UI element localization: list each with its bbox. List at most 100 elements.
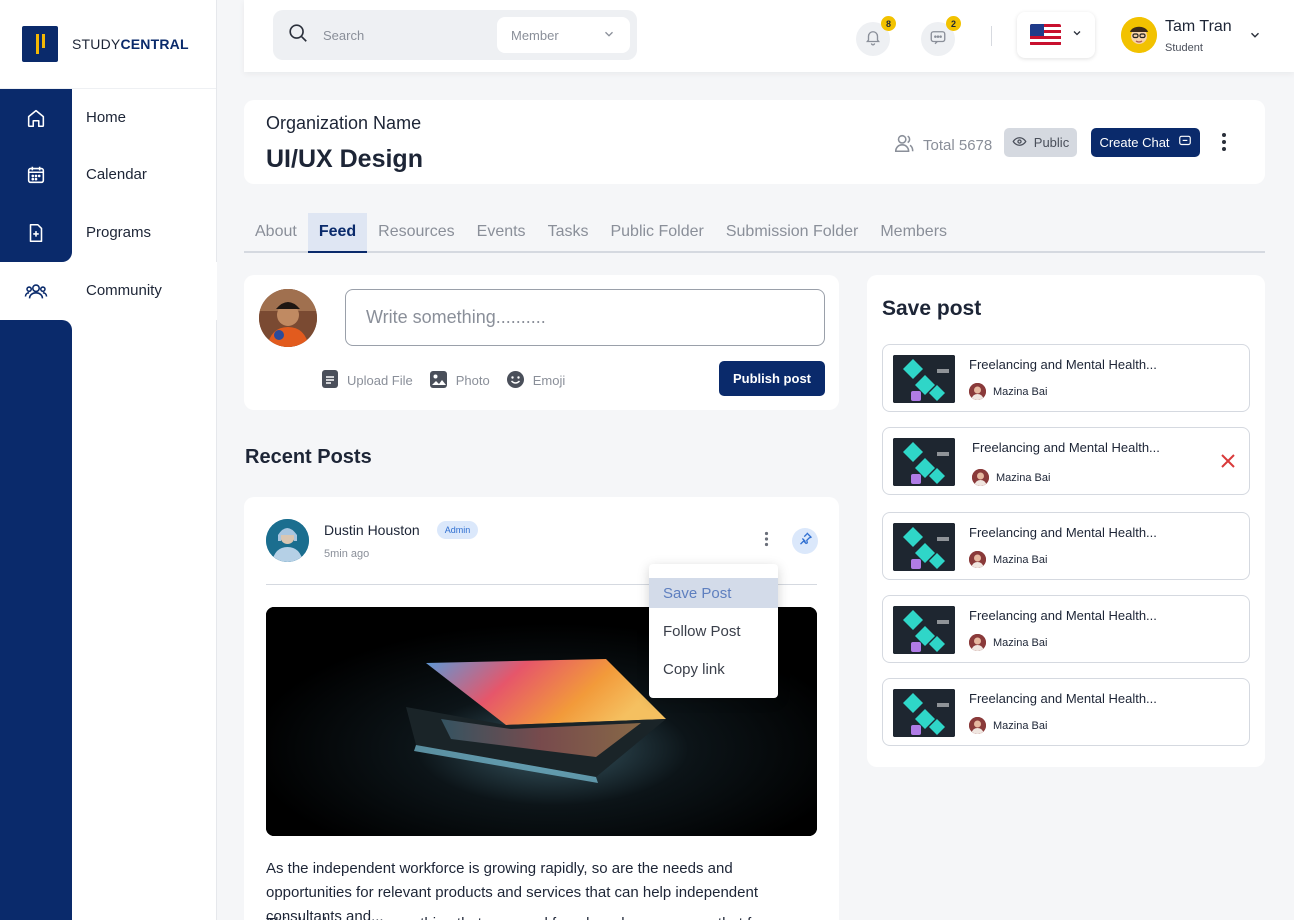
tab-about[interactable]: About <box>244 213 308 251</box>
menu-item-follow-post[interactable]: Follow Post <box>649 612 778 650</box>
saved-post-author: Mazina Bai <box>996 472 1051 484</box>
tab-resources[interactable]: Resources <box>367 213 465 251</box>
sidebar-item-programs[interactable]: Programs <box>0 204 217 261</box>
saved-post-item[interactable]: Freelancing and Mental Health... Mazina … <box>882 512 1250 580</box>
pin-icon <box>798 531 813 551</box>
user-role: Student <box>1165 42 1203 54</box>
composer-toolbar: Upload File Photo Emoji <box>321 369 565 392</box>
sidebar-item-label: Calendar <box>86 166 147 183</box>
role-badge: Admin <box>437 521 478 539</box>
sidebar-item-label: Home <box>86 109 127 126</box>
notifications-count-badge: 8 <box>881 16 896 31</box>
post-body-continued: This book covers everything that you nee… <box>266 912 817 920</box>
saved-post-thumbnail <box>893 355 955 403</box>
post-composer: Write something.......... Upload File Ph… <box>244 275 839 410</box>
emoji-label: Emoji <box>532 373 566 388</box>
user-name[interactable]: Tam Tran <box>1165 18 1232 36</box>
saved-post-title: Freelancing and Mental Health... <box>969 357 1157 372</box>
sidebar-item-label: Programs <box>86 224 152 241</box>
photo-label: Photo <box>455 373 490 388</box>
eye-icon <box>1012 134 1027 152</box>
avatar <box>972 469 989 486</box>
member-total-text: Total 5678 <box>923 136 993 154</box>
saved-post-author: Mazina Bai <box>993 554 1048 566</box>
logo-mark-icon <box>22 26 58 62</box>
pin-post-button[interactable] <box>792 528 818 554</box>
menu-item-save-post[interactable]: Save Post <box>649 578 778 608</box>
post-author[interactable]: Dustin Houston <box>324 522 420 538</box>
search-input[interactable]: Search <box>323 28 483 43</box>
chevron-down-icon <box>1071 26 1083 44</box>
avatar <box>969 551 986 568</box>
notifications-button[interactable]: 8 <box>856 16 896 56</box>
saved-posts-heading: Save post <box>882 297 982 320</box>
saved-posts-panel: Save post Freelancing and Mental Health.… <box>867 275 1265 767</box>
avatar <box>969 383 986 400</box>
photo-button[interactable]: Photo <box>429 369 490 392</box>
post-body: As the independent workforce is growing … <box>266 860 758 920</box>
members-icon <box>893 132 915 158</box>
more-options-icon[interactable] <box>1221 132 1227 157</box>
saved-post-author: Mazina Bai <box>993 386 1048 398</box>
saved-post-author: Mazina Bai <box>993 720 1048 732</box>
saved-post-title: Freelancing and Mental Health... <box>972 440 1160 455</box>
visibility-label: Public <box>1033 135 1070 150</box>
messages-button[interactable]: 2 <box>921 16 961 56</box>
avatar[interactable] <box>266 519 309 562</box>
calendar-icon <box>0 164 72 186</box>
tab-submission-folder[interactable]: Submission Folder <box>715 213 870 251</box>
saved-post-title: Freelancing and Mental Health... <box>969 691 1157 706</box>
user-avatar[interactable] <box>1121 17 1157 53</box>
sidebar-item-calendar[interactable]: Calendar <box>0 146 217 203</box>
sidebar-item-community[interactable]: Community <box>0 262 217 319</box>
post-more-options-icon[interactable] <box>764 531 769 552</box>
post-text-input[interactable]: Write something.......... <box>345 289 825 346</box>
user-menu-chevron-icon[interactable] <box>1248 28 1262 47</box>
sidebar-item-home[interactable]: Home <box>0 89 217 146</box>
emoji-icon <box>506 370 525 392</box>
create-chat-button[interactable]: Create Chat <box>1091 128 1200 157</box>
saved-post-item[interactable]: Freelancing and Mental Health... Mazina … <box>882 344 1250 412</box>
remove-saved-post-close-icon[interactable] <box>1220 453 1236 474</box>
tab-tasks[interactable]: Tasks <box>537 213 600 251</box>
saved-post-item[interactable]: Freelancing and Mental Health... Mazina … <box>882 427 1250 495</box>
publish-post-button[interactable]: Publish post <box>719 361 825 396</box>
member-filter-value: Member <box>511 27 559 43</box>
brand-name: STUDYCENTRAL <box>72 36 189 52</box>
tab-events[interactable]: Events <box>466 213 537 251</box>
programs-icon <box>0 222 72 244</box>
organization-name: Organization Name <box>266 113 422 133</box>
bell-icon <box>864 28 882 51</box>
photo-icon <box>429 370 448 392</box>
saved-post-author: Mazina Bai <box>993 637 1048 649</box>
tab-feed[interactable]: Feed <box>307 213 368 253</box>
saved-post-item[interactable]: Freelancing and Mental Health... Mazina … <box>882 595 1250 663</box>
visibility-badge[interactable]: Public <box>1004 128 1077 157</box>
post-timestamp: 5min ago <box>324 548 370 560</box>
language-selector[interactable] <box>1017 12 1095 58</box>
home-icon <box>0 107 72 129</box>
file-icon <box>321 369 339 392</box>
member-total: Total 5678 <box>893 132 992 158</box>
tab-members[interactable]: Members <box>869 213 958 251</box>
saved-post-thumbnail <box>893 438 955 486</box>
emoji-button[interactable]: Emoji <box>506 369 566 392</box>
upload-file-button[interactable]: Upload File <box>321 369 413 392</box>
organization-tabs: About Feed Resources Events Tasks Public… <box>244 213 1265 253</box>
chat-bubble-icon <box>929 28 947 51</box>
post-card: Dustin Houston Admin 5min ago As the ind… <box>244 497 839 920</box>
saved-post-item[interactable]: Freelancing and Mental Health... Mazina … <box>882 678 1250 746</box>
saved-post-thumbnail <box>893 523 955 571</box>
chat-icon <box>1178 134 1192 151</box>
community-icon <box>0 280 72 302</box>
create-chat-label: Create Chat <box>1099 135 1170 150</box>
menu-item-copy-link[interactable]: Copy link <box>649 650 778 688</box>
tab-public-folder[interactable]: Public Folder <box>599 213 714 251</box>
member-filter-select[interactable]: Member <box>497 17 630 53</box>
saved-post-thumbnail <box>893 689 955 737</box>
recent-posts-heading: Recent Posts <box>245 446 372 468</box>
upload-file-label: Upload File <box>347 373 413 388</box>
sidebar-rail-bottom <box>0 320 72 920</box>
avatar <box>969 717 986 734</box>
brand-logo[interactable]: STUDYCENTRAL <box>0 0 216 89</box>
